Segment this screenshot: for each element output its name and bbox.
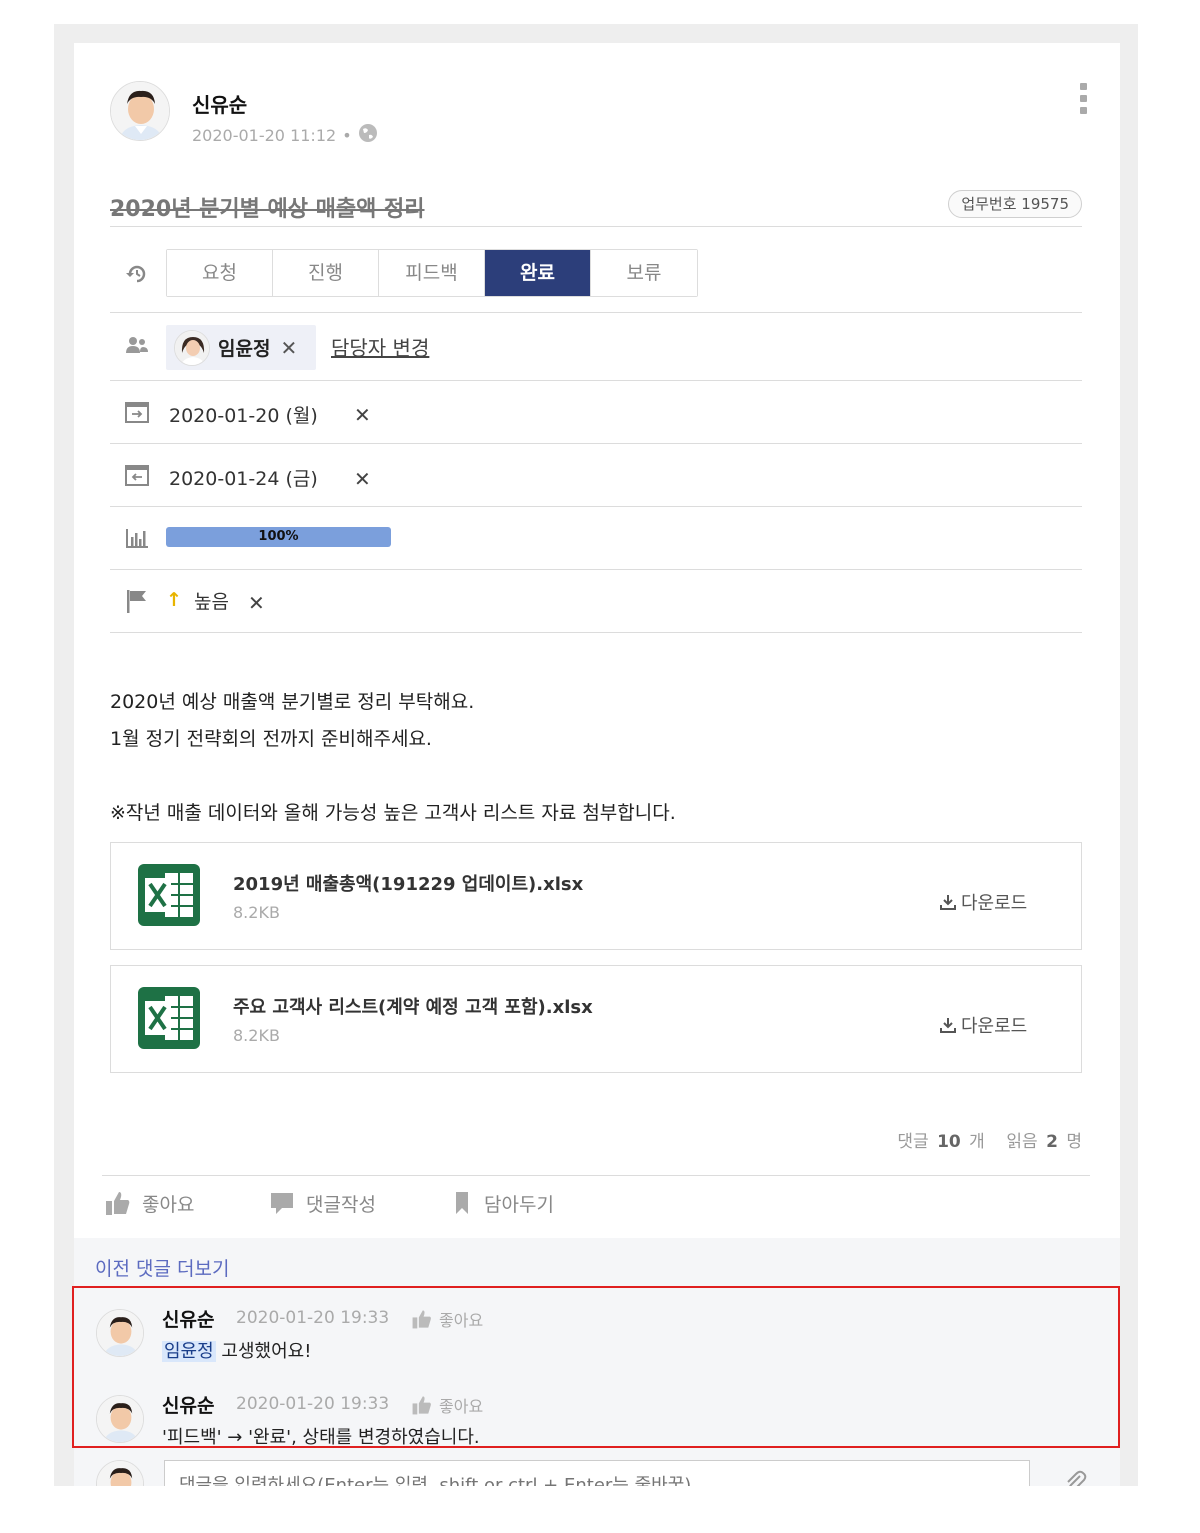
post-meta: 2020-01-20 11:12 •: [192, 123, 378, 147]
body-line: [110, 758, 676, 795]
bookmark-button[interactable]: 담아두기: [450, 1189, 554, 1217]
post-datetime: 2020-01-20 11:12: [192, 125, 337, 145]
status-tabs: 요청 진행 피드백 완료 보류: [166, 249, 698, 297]
more-options-icon[interactable]: [1074, 83, 1092, 119]
assignee-chip: 임윤정 ✕: [166, 325, 316, 370]
body-line: 2020년 예상 매출액 분기별로 정리 부탁해요.: [110, 691, 475, 713]
speech-bubble-icon: [271, 1193, 293, 1214]
priority-label[interactable]: 높음: [194, 587, 229, 614]
history-icon[interactable]: [124, 261, 150, 287]
divider: [110, 380, 1082, 381]
tab-status-done[interactable]: 완료: [485, 250, 591, 296]
excel-file-icon: [137, 986, 201, 1050]
priority-up-icon: ↑: [166, 589, 182, 611]
task-title: 2020년 분기별 예상 매출액 정리: [110, 197, 425, 222]
attach-file-icon[interactable]: [1062, 1468, 1088, 1486]
end-date-icon: [124, 462, 150, 488]
flag-icon: [124, 588, 150, 614]
divider: [110, 226, 1082, 227]
attachment-name[interactable]: 2019년 매출총액(191229 업데이트).xlsx: [233, 870, 583, 896]
like-button[interactable]: 좋아요: [104, 1189, 194, 1217]
divider: [102, 1175, 1090, 1176]
comments-label: 댓글: [897, 1132, 929, 1152]
body-line: ※작년 매출 데이터와 올해 가능성 높은 고객사 리스트 자료 첨부합니다.: [110, 802, 676, 824]
reads-count[interactable]: 2: [1046, 1132, 1058, 1152]
clear-priority-icon[interactable]: ✕: [248, 591, 265, 615]
clear-start-date-icon[interactable]: ✕: [354, 403, 371, 427]
attachment-name[interactable]: 주요 고객사 리스트(계약 예정 고객 포함).xlsx: [233, 993, 593, 1019]
assignee-avatar: [174, 329, 210, 366]
download-button[interactable]: 다운로드: [939, 1012, 1027, 1038]
comment-input[interactable]: [164, 1460, 1030, 1486]
body-line: 1월 정기 전략회의 전까지 준비해주세요.: [110, 728, 432, 750]
tab-status-hold[interactable]: 보류: [591, 250, 697, 296]
like-label: 좋아요: [142, 1193, 195, 1216]
end-date[interactable]: 2020-01-24 (금): [169, 464, 318, 491]
highlight-box: [72, 1286, 1120, 1448]
task-number-badge: 업무번호 19575: [948, 190, 1082, 218]
change-assignee-link[interactable]: 담당자 변경: [331, 332, 429, 361]
meta-separator: •: [342, 125, 352, 145]
divider: [110, 506, 1082, 507]
tab-status-request[interactable]: 요청: [167, 250, 273, 296]
people-icon: [124, 333, 150, 359]
attachment-item[interactable]: 주요 고객사 리스트(계약 예정 고객 포함).xlsx 8.2KB 다운로드: [110, 965, 1082, 1073]
comments-count: 10: [937, 1132, 961, 1152]
download-icon: [940, 1018, 956, 1033]
progress-chart-icon: [124, 525, 150, 551]
start-date-icon: [124, 399, 150, 425]
download-label: 다운로드: [961, 1016, 1028, 1037]
write-comment-label: 댓글작성: [306, 1193, 376, 1216]
start-date[interactable]: 2020-01-20 (월): [169, 401, 318, 428]
download-label: 다운로드: [961, 893, 1028, 914]
download-button[interactable]: 다운로드: [939, 889, 1027, 915]
post-stats: 댓글 10 개 읽음 2 명: [897, 1127, 1082, 1152]
feed-background: 신유순 2020-01-20 11:12 • 2020년 분기별 예상 매출액 …: [54, 24, 1138, 1486]
bookmark-label: 담아두기: [484, 1193, 554, 1216]
clear-end-date-icon[interactable]: ✕: [354, 467, 371, 491]
reads-label[interactable]: 읽음: [1006, 1132, 1037, 1152]
tab-status-progress[interactable]: 진행: [273, 250, 379, 296]
attachment-size: 8.2KB: [233, 1026, 280, 1045]
bookmark-icon: [456, 1192, 468, 1214]
remove-assignee-icon[interactable]: ✕: [280, 336, 297, 360]
author-name[interactable]: 신유순: [192, 89, 247, 118]
task-post-card: 신유순 2020-01-20 11:12 • 2020년 분기별 예상 매출액 …: [74, 43, 1120, 1238]
progress-label: 100%: [258, 529, 299, 544]
progress-bar[interactable]: 100%: [166, 527, 391, 547]
divider: [110, 312, 1082, 313]
divider: [110, 569, 1082, 570]
post-body: 2020년 예상 매출액 분기별로 정리 부탁해요. 1월 정기 전략회의 전까…: [110, 684, 676, 832]
tab-status-feedback[interactable]: 피드백: [379, 250, 485, 296]
divider: [110, 632, 1082, 633]
globe-icon[interactable]: [358, 123, 378, 147]
comments-unit: 개: [969, 1132, 985, 1152]
author-avatar[interactable]: [110, 81, 170, 141]
attachment-size: 8.2KB: [233, 903, 280, 922]
write-comment-button[interactable]: 댓글작성: [268, 1189, 376, 1217]
thumbs-up-icon: [106, 1192, 130, 1215]
divider: [110, 443, 1082, 444]
excel-file-icon: [137, 863, 201, 927]
reads-unit: 명: [1066, 1132, 1082, 1152]
attachment-item[interactable]: 2019년 매출총액(191229 업데이트).xlsx 8.2KB 다운로드: [110, 842, 1082, 950]
assignee-name: 임윤정: [218, 338, 271, 360]
load-previous-comments-link[interactable]: 이전 댓글 더보기: [95, 1254, 229, 1281]
download-icon: [940, 895, 956, 910]
